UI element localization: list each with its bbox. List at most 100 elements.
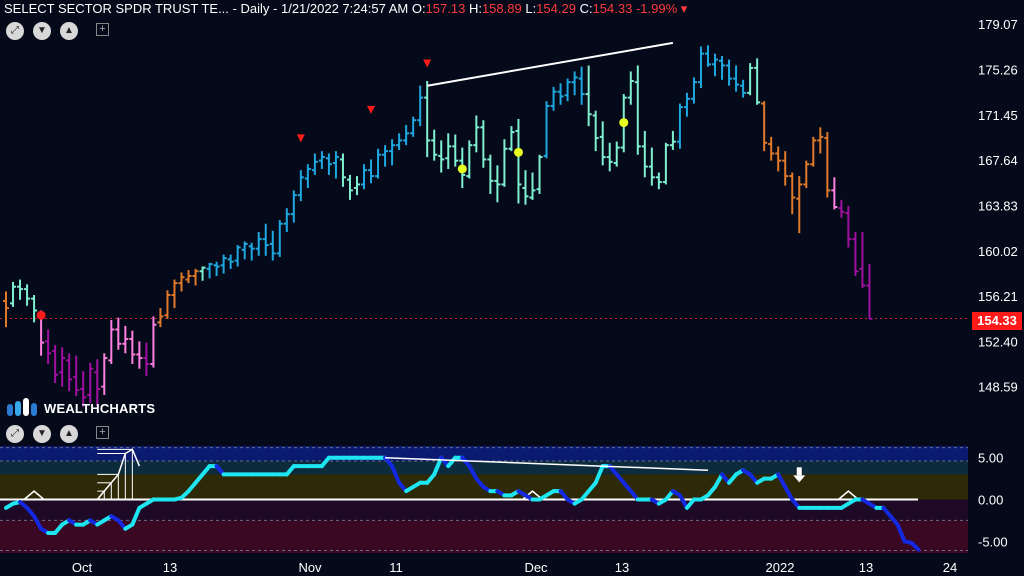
price-bar xyxy=(382,145,389,167)
logo-mark-icon xyxy=(7,398,37,416)
price-bar xyxy=(241,241,248,260)
price-bar xyxy=(627,71,634,105)
price-bar xyxy=(438,140,445,173)
price-bar xyxy=(536,154,543,194)
price-bar xyxy=(648,147,655,186)
price-bar xyxy=(641,130,648,178)
interval: Daily xyxy=(240,1,270,16)
price-bar xyxy=(361,164,368,190)
price-bar xyxy=(683,92,690,117)
price-tick-label: 163.83 xyxy=(978,198,1018,213)
price-bar xyxy=(796,176,803,234)
price-bar xyxy=(571,71,578,96)
price-bar xyxy=(325,153,332,175)
osc-tick-label: -5.00 xyxy=(978,534,1008,549)
price-bar xyxy=(220,254,227,274)
price-bar xyxy=(136,341,143,369)
low-value: 154.29 xyxy=(536,1,576,16)
x-tick-label: 13 xyxy=(859,560,873,575)
price-bar xyxy=(550,86,557,111)
price-bar xyxy=(508,126,515,152)
price-bar xyxy=(719,56,726,80)
price-bar xyxy=(73,355,80,397)
wealthcharts-logo: WEALTHCHARTS xyxy=(4,396,155,420)
price-bar xyxy=(318,151,325,169)
price-bar xyxy=(655,172,662,190)
price-bar xyxy=(269,230,276,261)
price-bar xyxy=(17,279,24,300)
price-tick-label: 156.21 xyxy=(978,289,1018,304)
price-bar xyxy=(185,270,192,284)
price-tick-label: 171.45 xyxy=(978,108,1018,123)
price-bar xyxy=(297,170,304,202)
price-bar xyxy=(227,254,234,269)
price-bar xyxy=(45,329,52,364)
price-bar xyxy=(66,353,73,392)
price-bar xyxy=(311,153,318,175)
price-bar xyxy=(24,284,31,306)
sell-signal-triangle xyxy=(296,134,305,143)
price-bar xyxy=(747,63,754,96)
price-bar xyxy=(866,264,873,320)
change-down-icon: ▾ xyxy=(680,1,688,16)
x-tick-label: 11 xyxy=(389,560,403,575)
price-bar xyxy=(171,279,178,309)
buy-signal-dot xyxy=(619,118,629,128)
price-bar xyxy=(494,165,501,203)
price-bar xyxy=(529,172,536,200)
price-tick-label: 160.02 xyxy=(978,244,1018,259)
price-bar xyxy=(824,132,831,198)
price-tick-label: 152.40 xyxy=(978,334,1018,349)
price-bar xyxy=(157,308,164,328)
price-bar xyxy=(838,199,845,218)
price-bar xyxy=(669,130,676,150)
price-bar xyxy=(375,148,382,179)
price-bar xyxy=(164,290,171,319)
price-bar xyxy=(712,53,719,77)
chevron-down-icon[interactable]: ▼ xyxy=(33,22,51,40)
price-bar xyxy=(782,151,789,186)
price-tick-label: 148.59 xyxy=(978,380,1018,395)
chart-header: SELECT SECTOR SPDR TRUST TE... - Daily -… xyxy=(4,1,688,16)
price-bar xyxy=(768,136,775,161)
osc-band-1 xyxy=(0,461,968,475)
price-bar xyxy=(396,133,403,150)
osc-tick-label: 5.00 xyxy=(978,451,1003,466)
price-bar xyxy=(410,116,417,137)
x-tick-label: Oct xyxy=(72,560,93,575)
price-bar xyxy=(754,58,761,105)
price-bar xyxy=(606,142,613,172)
osc-chevron-down-icon[interactable]: ▼ xyxy=(33,425,51,443)
price-bar xyxy=(634,65,641,155)
price-bar xyxy=(522,170,529,205)
high-value: 158.89 xyxy=(481,1,522,16)
osc-expand-icon[interactable]: ⤢ xyxy=(6,425,24,443)
x-tick-label: 13 xyxy=(163,560,177,575)
sell-signal-triangle xyxy=(367,105,376,114)
price-bar xyxy=(564,78,571,102)
price-bar xyxy=(101,353,108,395)
osc-chevron-up-icon[interactable]: ▲ xyxy=(60,425,78,443)
price-bar xyxy=(368,159,375,184)
osc-add-icon[interactable]: + xyxy=(96,426,109,439)
x-tick-label: 24 xyxy=(943,560,957,575)
price-bar xyxy=(213,261,220,276)
price-bar xyxy=(740,79,747,98)
price-bar xyxy=(178,272,185,292)
low-label: L: xyxy=(525,1,537,16)
price-bar xyxy=(817,127,824,154)
price-bar xyxy=(424,80,431,158)
price-bar xyxy=(599,121,606,166)
osc-band-4 xyxy=(0,520,968,553)
price-bar xyxy=(206,262,213,279)
price-bar xyxy=(417,85,424,127)
price-bar xyxy=(403,124,410,146)
price-bar xyxy=(676,103,683,149)
price-bar xyxy=(332,151,339,179)
price-bar xyxy=(108,320,115,364)
open-value: 157.13 xyxy=(425,1,466,16)
expand-icon[interactable]: ⤢ xyxy=(6,22,24,40)
price-tick-label: 167.64 xyxy=(978,153,1018,168)
chevron-up-icon[interactable]: ▲ xyxy=(60,22,78,40)
add-icon[interactable]: + xyxy=(96,23,109,36)
